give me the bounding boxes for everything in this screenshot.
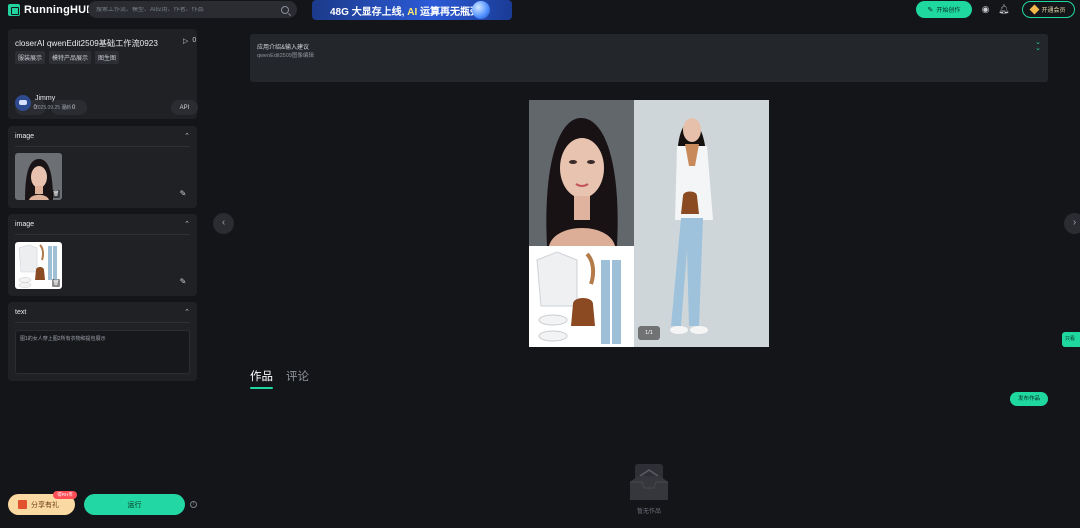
description-subtitle: qwenEdit2509图像编辑 xyxy=(257,53,314,59)
input-image-thumb[interactable]: 🗑︎ xyxy=(15,153,62,200)
input-text-section: text ⌃ 图1的女人穿上图2所有衣物和提包展示 xyxy=(8,302,197,381)
input-image-thumb[interactable]: 🗑︎ xyxy=(15,242,62,289)
chevron-up-icon[interactable]: ⌃ xyxy=(184,220,190,228)
prev-arrow-icon[interactable]: ‹ xyxy=(213,213,234,234)
avatar[interactable] xyxy=(15,95,31,111)
content-tabs: 作品 评论 xyxy=(250,368,309,389)
gift-icon xyxy=(18,500,27,509)
author-name[interactable]: Jimmy xyxy=(35,95,71,102)
diamond-icon xyxy=(1030,4,1040,15)
brush-icon: ✎ xyxy=(927,6,934,14)
tag-list: 服装展示 模特产品展示 图生图 xyxy=(15,51,120,64)
image-counter: 1/1 xyxy=(638,326,660,340)
divider xyxy=(15,234,190,235)
search-bar[interactable] xyxy=(88,1,297,18)
top-bar: RunningHUB 48G 大显存上线, AI 运算再无瓶颈 ✎ 开始创作 ◉… xyxy=(0,0,1080,20)
chevron-up-icon[interactable]: ⌃ xyxy=(184,308,190,316)
empty-state-text: 暂无作品 xyxy=(636,509,661,515)
run-count: ▷ 0 xyxy=(183,37,197,45)
workflow-title: closerAI qwenEdit2509基础工作流0923 xyxy=(15,39,158,48)
tag[interactable]: 模特产品展示 xyxy=(49,51,92,64)
side-filter-tab[interactable]: 只看 xyxy=(1062,332,1080,347)
publish-work-button[interactable]: 发布作品 xyxy=(1010,392,1048,406)
section-title: image xyxy=(15,221,35,228)
tab-works[interactable]: 作品 xyxy=(250,368,273,389)
membership-button[interactable]: 开通会员 xyxy=(1022,1,1075,18)
promo-banner[interactable]: 48G 大显存上线, AI 运算再无瓶颈 xyxy=(312,0,512,20)
run-button[interactable]: 运行 xyxy=(84,494,185,515)
divider xyxy=(15,146,190,147)
share-badge: 得RH币 xyxy=(53,491,77,499)
search-input[interactable] xyxy=(96,6,281,13)
banner-text: 48G 大显存上线, AI 运算再无瓶颈 xyxy=(330,6,481,18)
logo-icon xyxy=(8,4,20,16)
trash-icon[interactable]: 🗑︎ xyxy=(52,279,60,287)
next-arrow-icon[interactable]: › xyxy=(1064,213,1080,234)
result-composite-image xyxy=(529,100,769,347)
banner-orb-icon xyxy=(472,1,490,19)
chevron-double-down-icon[interactable]: ⌄ ⌄ xyxy=(1035,39,1041,52)
trash-icon[interactable]: 🗑︎ xyxy=(52,190,60,198)
section-title: text xyxy=(15,309,27,316)
tag[interactable]: 服装展示 xyxy=(15,51,46,64)
update-date: 2025.09.25 更新 xyxy=(35,105,72,111)
edit-mask-icon[interactable]: ✎ xyxy=(178,189,188,199)
api-button[interactable]: API xyxy=(171,100,198,115)
input-image-section: image ⌃ 🗑︎ ✎ xyxy=(8,214,197,296)
community-icon[interactable]: ◉ xyxy=(980,4,991,15)
tag[interactable]: 图生图 xyxy=(95,51,120,64)
bell-icon[interactable]: 🔔︎ xyxy=(998,4,1009,15)
description-title: 应用介绍&输入建议 xyxy=(257,45,310,51)
result-preview-image[interactable] xyxy=(529,100,769,347)
app-description-panel: 应用介绍&输入建议 qwenEdit2509图像编辑 ⌄ ⌄ xyxy=(250,34,1048,82)
edit-mask-icon[interactable]: ✎ xyxy=(178,277,188,287)
empty-inbox-icon xyxy=(630,462,668,502)
logo[interactable]: RunningHUB xyxy=(8,3,94,17)
info-icon[interactable]: i xyxy=(190,501,197,508)
section-title: image xyxy=(15,133,35,140)
start-create-button[interactable]: ✎ 开始创作 xyxy=(916,1,972,18)
prompt-textarea[interactable]: 图1的女人穿上图2所有衣物和提包展示 xyxy=(15,330,190,374)
divider xyxy=(15,322,190,323)
chevron-up-icon[interactable]: ⌃ xyxy=(184,132,190,140)
input-image-section: image ⌃ 🗑︎ ✎ xyxy=(8,126,197,208)
author-info[interactable]: Jimmy 2025.09.25 更新 xyxy=(15,95,71,111)
tab-comments[interactable]: 评论 xyxy=(286,368,309,389)
logo-text: RunningHUB xyxy=(24,4,95,16)
play-icon: ▷ xyxy=(183,38,189,45)
search-icon[interactable] xyxy=(281,5,289,14)
